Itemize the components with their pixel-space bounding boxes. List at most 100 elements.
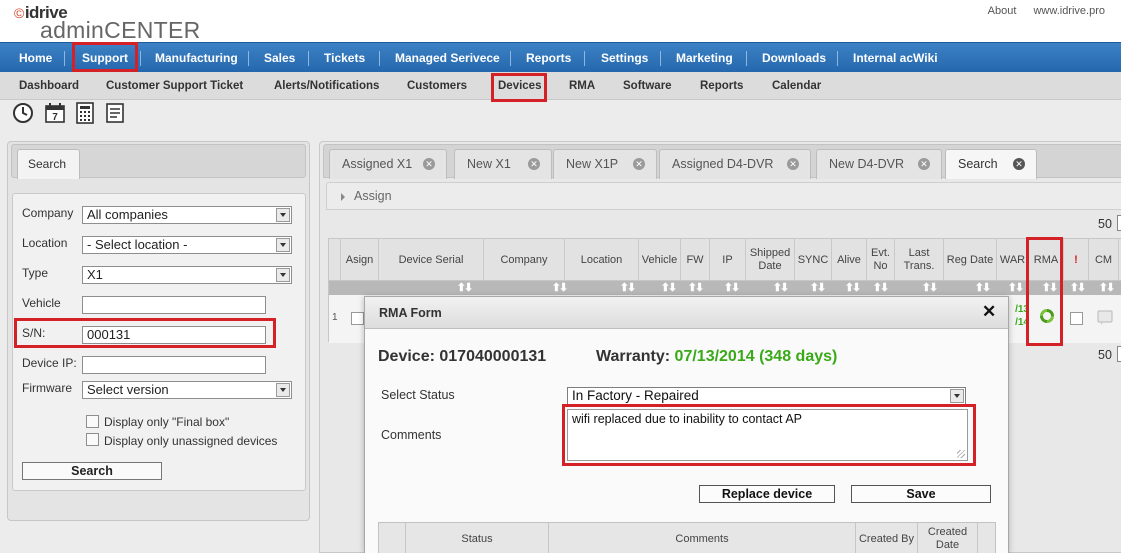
tab-new-x1[interactable]: New X1 ✕ xyxy=(454,149,552,179)
website-link[interactable]: www.idrive.pro xyxy=(1033,5,1105,17)
history-col-status[interactable]: Status xyxy=(406,523,549,553)
col-rma[interactable]: RMA xyxy=(1029,239,1064,281)
subnav-software[interactable]: Software xyxy=(623,72,672,100)
sort-arrows-icon[interactable]: ⬆⬇ xyxy=(680,282,710,294)
sort-arrows-icon[interactable]: ⬆⬇ xyxy=(1034,282,1064,294)
history-col-comments[interactable]: Comments xyxy=(549,523,856,553)
sort-arrows-icon[interactable]: ⬆⬇ xyxy=(1091,282,1121,294)
sort-arrows-icon[interactable]: ⬆⬇ xyxy=(716,282,746,294)
vehicle-input[interactable] xyxy=(82,296,266,314)
col-ip[interactable]: IP xyxy=(710,239,746,281)
sort-arrows-icon[interactable]: ⬆⬇ xyxy=(544,282,574,294)
page-size-select[interactable] xyxy=(1117,215,1121,231)
tab-new-x1p[interactable]: New X1P ✕ xyxy=(553,149,657,179)
col-reg-date[interactable]: Reg Date xyxy=(944,239,997,281)
col-sync[interactable]: SYNC xyxy=(795,239,832,281)
sort-arrows-icon[interactable]: ⬆⬇ xyxy=(449,282,479,294)
col-last-trans[interactable]: Last Trans. xyxy=(895,239,944,281)
comments-textarea[interactable]: wifi replaced due to inability to contac… xyxy=(567,409,968,461)
close-icon[interactable]: ✕ xyxy=(787,158,799,170)
clock-icon[interactable] xyxy=(12,102,34,124)
nav-home[interactable]: Home xyxy=(19,43,52,73)
sn-input[interactable]: 000131 xyxy=(82,326,266,344)
col-evt-no[interactable]: Evt. No xyxy=(867,239,895,281)
tab-search[interactable]: Search ✕ xyxy=(945,149,1037,179)
assign-section[interactable]: Assign xyxy=(326,182,1121,210)
device-tabs: Assigned X1 ✕ New X1 ✕ New X1P ✕ Assigned D… xyxy=(323,144,1121,179)
rma-recycle-icon[interactable] xyxy=(1038,307,1056,325)
page-size-select-bottom[interactable] xyxy=(1117,346,1121,362)
col-location[interactable]: Location xyxy=(565,239,639,281)
search-button[interactable]: Search xyxy=(22,462,162,480)
nav-tickets[interactable]: Tickets xyxy=(324,43,365,73)
tab-new-d4-dvr[interactable]: New D4-DVR ✕ xyxy=(816,149,942,179)
close-icon[interactable]: ✕ xyxy=(918,158,930,170)
alert-checkbox[interactable] xyxy=(1070,312,1083,325)
col-device-serial[interactable]: Device Serial xyxy=(379,239,484,281)
col-cm[interactable]: CM xyxy=(1089,239,1119,281)
tab-search-panel[interactable]: Search xyxy=(17,149,80,179)
subnav-rma[interactable]: RMA xyxy=(569,72,595,100)
sort-arrows-icon[interactable]: ⬆⬇ xyxy=(1062,282,1092,294)
sort-arrows-icon[interactable]: ⬆⬇ xyxy=(653,282,683,294)
nav-manufacturing[interactable]: Manufacturing xyxy=(155,43,238,73)
sort-arrows-icon[interactable]: ⬆⬇ xyxy=(802,282,832,294)
subnav-customers[interactable]: Customers xyxy=(407,72,467,100)
history-col-created-date[interactable]: Created Date xyxy=(918,523,978,553)
final-box-checkbox[interactable] xyxy=(86,415,99,428)
nav-sales[interactable]: Sales xyxy=(264,43,295,73)
subnav-devices[interactable]: Devices xyxy=(498,72,541,100)
sort-arrows-icon[interactable]: ⬆⬇ xyxy=(612,282,642,294)
sort-arrows-icon[interactable]: ⬆⬇ xyxy=(914,282,944,294)
nav-marketing[interactable]: Marketing xyxy=(676,43,733,73)
calculator-icon[interactable] xyxy=(74,102,96,124)
col-company[interactable]: Company xyxy=(484,239,565,281)
col-asign[interactable]: Asign xyxy=(341,239,379,281)
subnav-alerts[interactable]: Alerts/Notifications xyxy=(274,72,379,100)
resize-grip-icon[interactable] xyxy=(957,450,965,458)
calendar-icon[interactable]: 7 xyxy=(44,102,66,124)
sort-arrows-icon[interactable]: ⬆⬇ xyxy=(837,282,867,294)
col-alert[interactable]: ! xyxy=(1064,239,1089,281)
sort-arrows-icon[interactable]: ⬆⬇ xyxy=(967,282,997,294)
close-icon[interactable]: ✕ xyxy=(1013,158,1025,170)
subnav-dashboard[interactable]: Dashboard xyxy=(19,72,79,100)
close-icon[interactable]: ✕ xyxy=(423,158,435,170)
col-war[interactable]: WAR xyxy=(997,239,1029,281)
unassigned-checkbox[interactable] xyxy=(86,433,99,446)
nav-reports[interactable]: Reports xyxy=(526,43,571,73)
about-link[interactable]: About xyxy=(988,5,1017,17)
history-col-created-by[interactable]: Created By xyxy=(856,523,918,553)
subnav-calendar[interactable]: Calendar xyxy=(772,72,821,100)
replace-device-button[interactable]: Replace device xyxy=(699,485,835,503)
comment-icon[interactable] xyxy=(1097,310,1113,326)
subnav-reports[interactable]: Reports xyxy=(700,72,743,100)
nav-managed-service[interactable]: Managed Serivece xyxy=(395,43,500,73)
nav-support[interactable]: Support xyxy=(82,43,128,73)
firmware-select[interactable]: Select version xyxy=(82,381,292,399)
device-ip-input[interactable] xyxy=(82,356,266,374)
list-icon[interactable] xyxy=(104,102,126,124)
nav-internal-wiki[interactable]: Internal acWiki xyxy=(853,43,938,73)
sort-arrows-icon[interactable]: ⬆⬇ xyxy=(1000,282,1030,294)
company-select[interactable]: All companies xyxy=(82,206,292,224)
close-icon[interactable]: ✕ xyxy=(528,158,540,170)
save-button[interactable]: Save xyxy=(851,485,991,503)
close-icon[interactable]: ✕ xyxy=(633,158,645,170)
subnav-customer-support-ticket[interactable]: Customer Support Ticket xyxy=(106,72,243,100)
sort-arrows-icon[interactable]: ⬆⬇ xyxy=(865,282,895,294)
tab-assigned-x1[interactable]: Assigned X1 ✕ xyxy=(329,149,447,179)
tab-assigned-d4-dvr[interactable]: Assigned D4-DVR ✕ xyxy=(659,149,811,179)
col-alive[interactable]: Alive xyxy=(832,239,867,281)
close-icon[interactable]: ✕ xyxy=(982,303,996,320)
type-select[interactable]: X1 xyxy=(82,266,292,284)
col-vehicle[interactable]: Vehicle xyxy=(639,239,681,281)
sort-arrows-icon[interactable]: ⬆⬇ xyxy=(765,282,795,294)
nav-downloads[interactable]: Downloads xyxy=(762,43,826,73)
location-select[interactable]: - Select location - xyxy=(82,236,292,254)
status-select[interactable]: In Factory - Repaired xyxy=(567,387,966,405)
col-shipped-date[interactable]: Shipped Date xyxy=(746,239,795,281)
nav-settings[interactable]: Settings xyxy=(601,43,648,73)
row-checkbox[interactable] xyxy=(351,312,364,325)
col-fw[interactable]: FW xyxy=(681,239,710,281)
